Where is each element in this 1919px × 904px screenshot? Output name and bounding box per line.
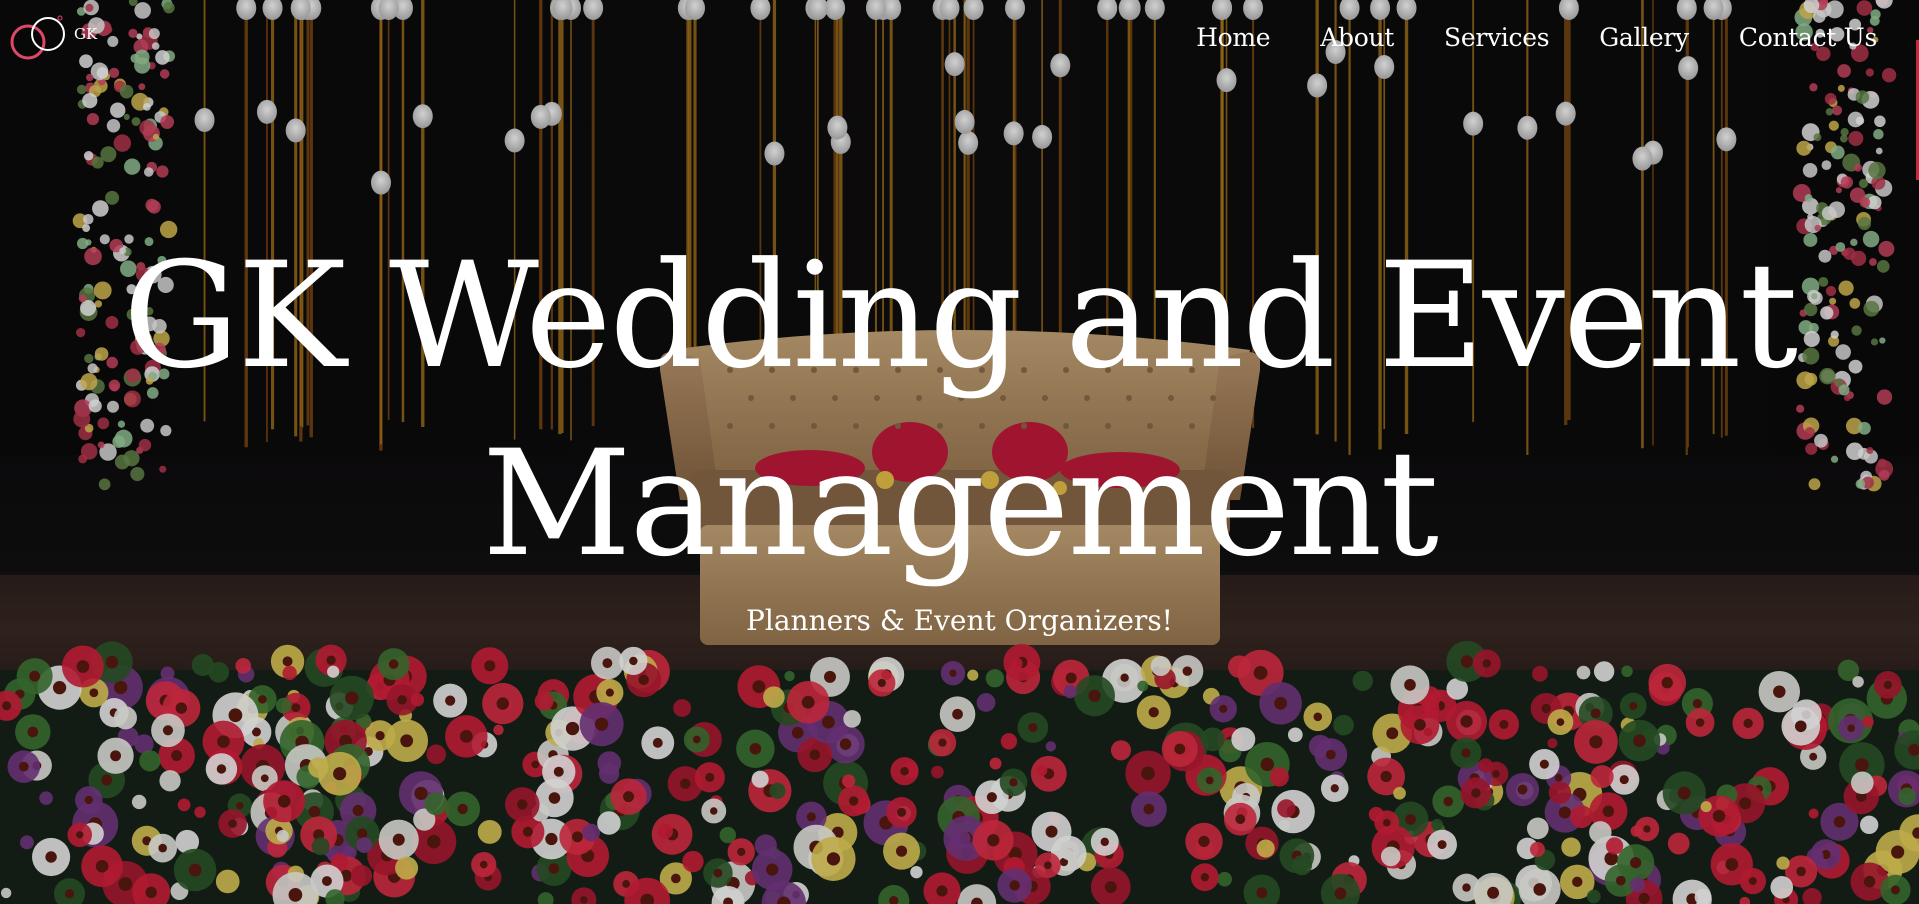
hero-title: GK Wedding and Event Management xyxy=(0,222,1919,598)
nav-item-home[interactable]: Home xyxy=(1196,18,1270,58)
nav-item-about[interactable]: About xyxy=(1270,18,1394,58)
nav-item-services[interactable]: Services xyxy=(1394,18,1550,58)
hero-section: GK Home About Services Gallery Contact U… xyxy=(0,0,1919,904)
brand-logo-text[interactable]: GK xyxy=(74,25,97,43)
hero-title-line-1: GK Wedding and Event xyxy=(122,231,1798,401)
hero-title-line-2: Management xyxy=(481,419,1439,589)
logo-ring-icon xyxy=(10,24,46,60)
hero-subtitle: Planners & Event Organizers! xyxy=(746,604,1173,637)
nav-item-gallery[interactable]: Gallery xyxy=(1549,18,1689,58)
main-navigation: Home About Services Gallery Contact Us xyxy=(1196,18,1877,58)
nav-item-contact-us[interactable]: Contact Us xyxy=(1689,18,1877,58)
